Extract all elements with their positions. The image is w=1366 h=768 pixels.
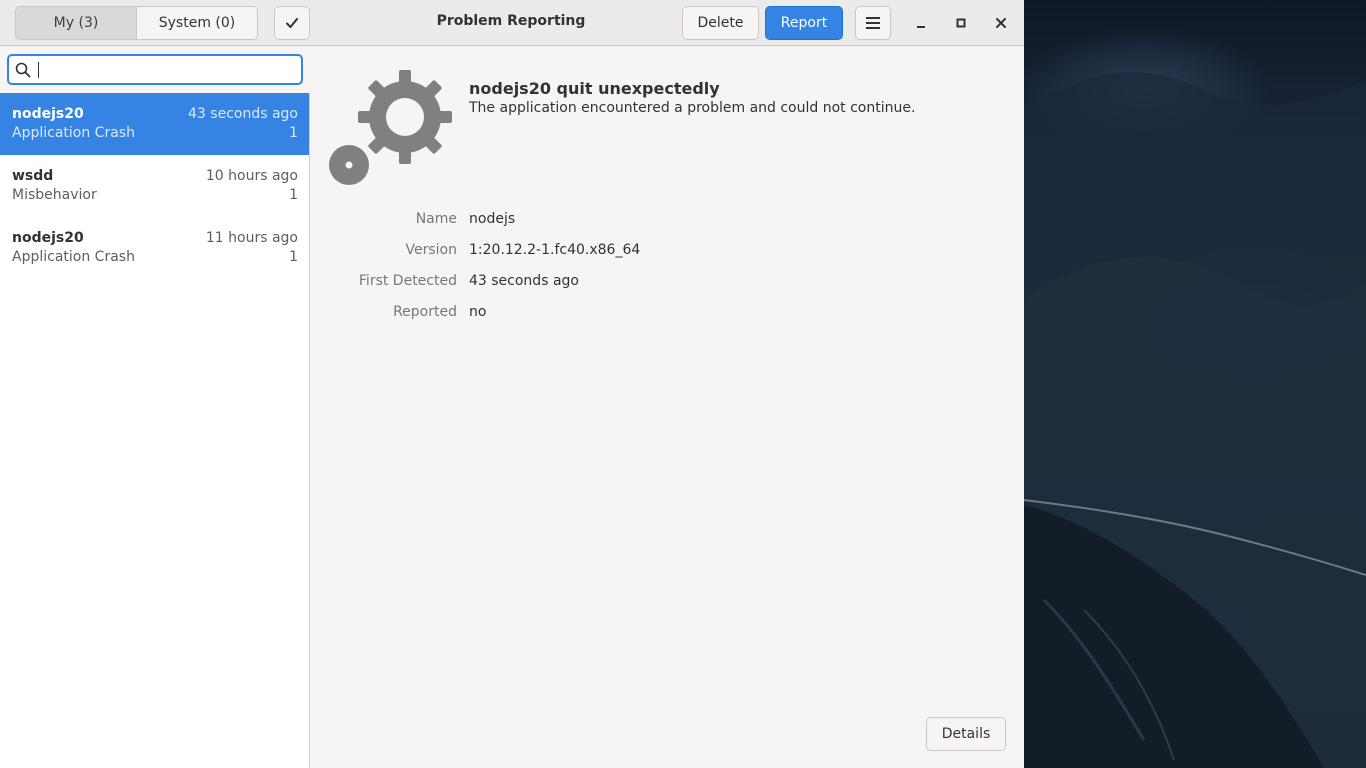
problem-type: Application Crash	[12, 125, 135, 141]
tab-system-problems[interactable]: System (0)	[136, 6, 258, 40]
info-row-name: Name nodejs	[311, 211, 1024, 242]
info-row-first-detected: First Detected 43 seconds ago	[311, 273, 1024, 304]
close-icon	[996, 18, 1006, 28]
problem-time: 11 hours ago	[205, 230, 298, 246]
problem-time: 10 hours ago	[205, 168, 298, 184]
info-row-version: Version 1:20.12.2-1.fc40.x86_64	[311, 242, 1024, 273]
problem-list-item[interactable]: nodejs20 Application Crash 43 seconds ag…	[0, 93, 309, 155]
problem-count: 1	[289, 249, 298, 265]
delete-button[interactable]: Delete	[682, 6, 759, 40]
tab-my-problems[interactable]: My (3)	[15, 6, 137, 40]
problem-name: nodejs20	[12, 106, 84, 122]
problem-info-table: Name nodejs Version 1:20.12.2-1.fc40.x86…	[311, 211, 1024, 335]
info-label: First Detected	[358, 273, 457, 289]
window-title: Problem Reporting	[436, 13, 586, 29]
search-bar	[0, 47, 310, 93]
problem-type: Application Crash	[12, 249, 135, 265]
problem-list-item[interactable]: wsdd Misbehavior 10 hours ago 1	[0, 155, 309, 217]
problem-list: nodejs20 Application Crash 43 seconds ag…	[0, 93, 309, 279]
problem-name: nodejs20	[12, 230, 84, 246]
problem-count: 1	[289, 187, 298, 203]
info-value: 43 seconds ago	[469, 273, 579, 289]
maximize-button[interactable]	[949, 11, 973, 35]
info-row-reported: Reported no	[311, 304, 1024, 335]
main-menu-button[interactable]	[855, 6, 891, 40]
problem-type: Misbehavior	[12, 187, 97, 203]
details-button[interactable]: Details	[926, 717, 1006, 751]
problem-reporting-window: My (3) System (0) Problem Reporting Dele…	[0, 0, 1024, 768]
report-button[interactable]: Report	[765, 6, 843, 40]
problem-count: 1	[289, 125, 298, 141]
minimize-button[interactable]	[909, 11, 933, 35]
info-value: 1:20.12.2-1.fc40.x86_64	[469, 242, 641, 258]
problem-detail-pane: nodejs20 quit unexpectedly The applicati…	[311, 47, 1024, 768]
checkmark-icon	[286, 18, 298, 28]
close-button[interactable]	[989, 11, 1013, 35]
selection-mode-button[interactable]	[274, 6, 310, 40]
problem-heading: nodejs20 quit unexpectedly	[469, 79, 720, 98]
info-label: Name	[415, 211, 457, 227]
maximize-icon	[956, 18, 966, 28]
hamburger-menu-icon	[866, 17, 880, 29]
header-bar: My (3) System (0) Problem Reporting Dele…	[0, 0, 1024, 46]
gears-icon	[329, 70, 452, 185]
desktop-wallpaper	[1024, 0, 1366, 768]
info-label: Version	[405, 242, 457, 258]
problem-time: 43 seconds ago	[188, 106, 298, 122]
info-value: nodejs	[469, 211, 516, 227]
problem-description: The application encountered a problem an…	[469, 100, 916, 116]
problem-sidebar: nodejs20 Application Crash 43 seconds ag…	[0, 47, 310, 768]
problem-name: wsdd	[12, 168, 54, 184]
info-label: Reported	[393, 304, 457, 320]
mountain-landscape-image	[1024, 72, 1366, 768]
text-cursor	[38, 62, 39, 78]
minimize-icon	[917, 26, 925, 28]
problem-list-item[interactable]: nodejs20 Application Crash 11 hours ago …	[0, 217, 309, 279]
search-icon	[15, 62, 31, 78]
search-input[interactable]	[7, 54, 303, 85]
info-value: no	[469, 304, 487, 320]
